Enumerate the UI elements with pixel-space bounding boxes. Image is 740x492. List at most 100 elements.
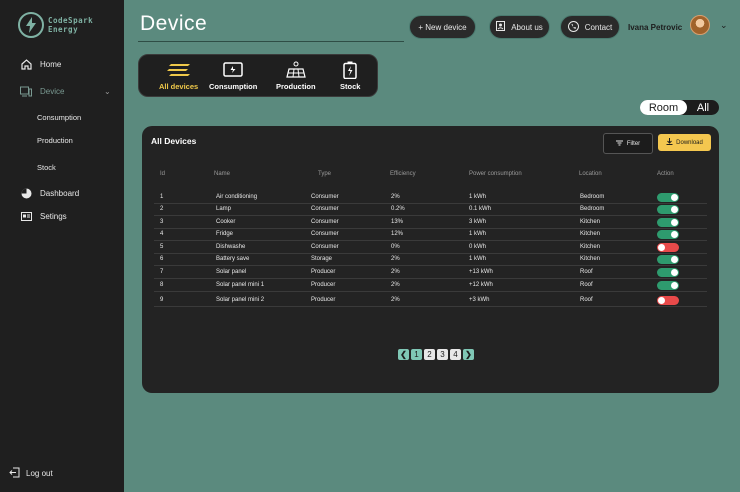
nav-sub-production[interactable]: Production bbox=[37, 136, 73, 145]
info-card-icon bbox=[496, 21, 506, 33]
cell-name: Battery save bbox=[216, 256, 250, 262]
power-toggle-switch[interactable] bbox=[657, 230, 679, 239]
column-header-location: Location bbox=[579, 171, 602, 177]
nav-device[interactable]: Device bbox=[20, 85, 64, 97]
toggle-knob bbox=[658, 297, 665, 304]
nav-dashboard-label: Dashboard bbox=[40, 188, 80, 198]
cell-name: Solar panel bbox=[216, 269, 247, 275]
cell-name: Dishwashe bbox=[216, 244, 246, 250]
tab-stock-label: Stock bbox=[340, 82, 361, 91]
tab-production[interactable]: Production bbox=[276, 61, 316, 91]
filter-button[interactable]: Filter bbox=[603, 133, 653, 154]
cell-id: 3 bbox=[160, 219, 164, 225]
tab-all-devices-label: All devices bbox=[159, 82, 199, 91]
cell-efficiency: 2% bbox=[391, 269, 400, 275]
cell-id: 7 bbox=[160, 269, 164, 275]
lightning-icon bbox=[18, 12, 44, 38]
cell-location: Roof bbox=[580, 282, 593, 288]
contact-button[interactable]: Contact bbox=[560, 15, 620, 39]
pagination-page-1[interactable]: 1 bbox=[411, 349, 422, 360]
column-header-id: Id bbox=[160, 171, 166, 177]
nav-settings[interactable]: Setings bbox=[20, 210, 67, 222]
bars-icon bbox=[166, 61, 191, 79]
user-name[interactable]: Ivana Petrovic bbox=[628, 23, 682, 32]
cell-power: 1 kWh bbox=[469, 194, 487, 200]
cell-efficiency: 12% bbox=[391, 231, 404, 237]
table-row: 9 Solar panel mini 2 Producer 2% +3 kWh Roof bbox=[154, 295, 707, 307]
panel-title: All Devices bbox=[151, 136, 197, 146]
nav-home[interactable]: Home bbox=[20, 58, 61, 70]
tab-stock[interactable]: Stock bbox=[340, 61, 360, 91]
filter-icon bbox=[615, 140, 623, 148]
cell-power: 1 kWh bbox=[469, 256, 487, 262]
pagination-next-button[interactable]: ❯ bbox=[463, 349, 474, 360]
battery-icon bbox=[343, 61, 357, 79]
cell-location: Kitchen bbox=[580, 244, 601, 250]
brand-name: CodeSpark Energy bbox=[48, 16, 94, 34]
cell-name: Air conditioning bbox=[216, 194, 258, 200]
new-device-button[interactable]: + New device bbox=[409, 15, 476, 39]
power-toggle-switch[interactable] bbox=[657, 281, 679, 290]
nav-sub-consumption[interactable]: Consumption bbox=[37, 113, 81, 122]
cell-power: +3 kWh bbox=[469, 297, 490, 303]
category-tabs: All devices Consumption Production Stock bbox=[138, 54, 378, 97]
cell-power: 1 kWh bbox=[469, 231, 487, 237]
power-toggle-switch[interactable] bbox=[657, 205, 679, 214]
cell-efficiency: 2% bbox=[391, 256, 400, 262]
chevron-down-icon[interactable]: ⌄ bbox=[104, 87, 111, 96]
cell-id: 8 bbox=[160, 282, 164, 288]
cell-name: Cooker bbox=[216, 219, 236, 225]
table-row: 1 Air conditioning Consumer 2% 1 kWh Bedroom bbox=[154, 192, 707, 204]
table-row: 7 Solar panel Producer 2% +13 kWh Roof bbox=[154, 267, 707, 279]
power-toggle-switch[interactable] bbox=[657, 255, 679, 264]
toggle-all[interactable]: All bbox=[690, 100, 716, 115]
pagination-page-2[interactable]: 2 bbox=[424, 349, 435, 360]
toggle-knob bbox=[671, 219, 678, 226]
logout-button[interactable]: Log out bbox=[9, 467, 53, 480]
pagination-page-3[interactable]: 3 bbox=[437, 349, 448, 360]
tab-all-devices[interactable]: All devices bbox=[159, 61, 198, 91]
table-row: 2 Lamp Consumer 0.2% 0.1 kWh Bedroom bbox=[154, 204, 707, 216]
pagination-prev-button[interactable]: ❮ bbox=[398, 349, 409, 360]
power-toggle-switch[interactable] bbox=[657, 268, 679, 277]
cell-location: Kitchen bbox=[580, 256, 601, 262]
brand-logo[interactable]: CodeSpark Energy bbox=[18, 12, 93, 38]
tab-production-label: Production bbox=[276, 82, 316, 91]
column-header-power: Power consumption bbox=[469, 171, 522, 177]
power-toggle-switch[interactable] bbox=[657, 296, 679, 305]
cell-location: Kitchen bbox=[580, 231, 601, 237]
download-icon bbox=[666, 138, 673, 147]
cell-id: 4 bbox=[160, 231, 164, 237]
cell-efficiency: 2% bbox=[391, 282, 400, 288]
view-toggle[interactable]: Room All bbox=[640, 100, 719, 115]
cell-name: Lamp bbox=[216, 206, 232, 212]
power-toggle-switch[interactable] bbox=[657, 218, 679, 227]
page-title: Device bbox=[140, 12, 208, 35]
chevron-down-icon[interactable]: ⌄ bbox=[720, 20, 728, 31]
home-icon bbox=[20, 58, 32, 70]
avatar[interactable] bbox=[690, 15, 710, 35]
pie-chart-icon bbox=[20, 187, 32, 199]
about-us-button[interactable]: About us bbox=[489, 15, 550, 39]
cell-efficiency: 13% bbox=[391, 219, 404, 225]
toggle-knob bbox=[671, 256, 678, 263]
cell-efficiency: 0.2% bbox=[391, 206, 405, 212]
plug-screen-icon bbox=[223, 61, 243, 79]
power-toggle-switch[interactable] bbox=[657, 193, 679, 202]
nav-sub-stock[interactable]: Stock bbox=[37, 163, 56, 172]
toggle-knob bbox=[671, 231, 678, 238]
nav-dashboard[interactable]: Dashboard bbox=[20, 187, 79, 199]
cell-power: 3 kWh bbox=[469, 219, 487, 225]
tab-consumption[interactable]: Consumption bbox=[209, 61, 257, 91]
power-toggle-switch[interactable] bbox=[657, 243, 679, 252]
cell-efficiency: 0% bbox=[391, 244, 400, 250]
cell-type: Consumer bbox=[311, 219, 339, 225]
cell-location: Bedroom bbox=[580, 194, 605, 200]
column-header-action: Action bbox=[657, 171, 674, 177]
cell-power: +12 kWh bbox=[469, 282, 493, 288]
download-button[interactable]: Download bbox=[658, 134, 711, 151]
pagination-page-4[interactable]: 4 bbox=[450, 349, 461, 360]
cell-location: Kitchen bbox=[580, 219, 601, 225]
toggle-room[interactable]: Room bbox=[640, 100, 687, 115]
nav-device-label: Device bbox=[40, 86, 65, 96]
